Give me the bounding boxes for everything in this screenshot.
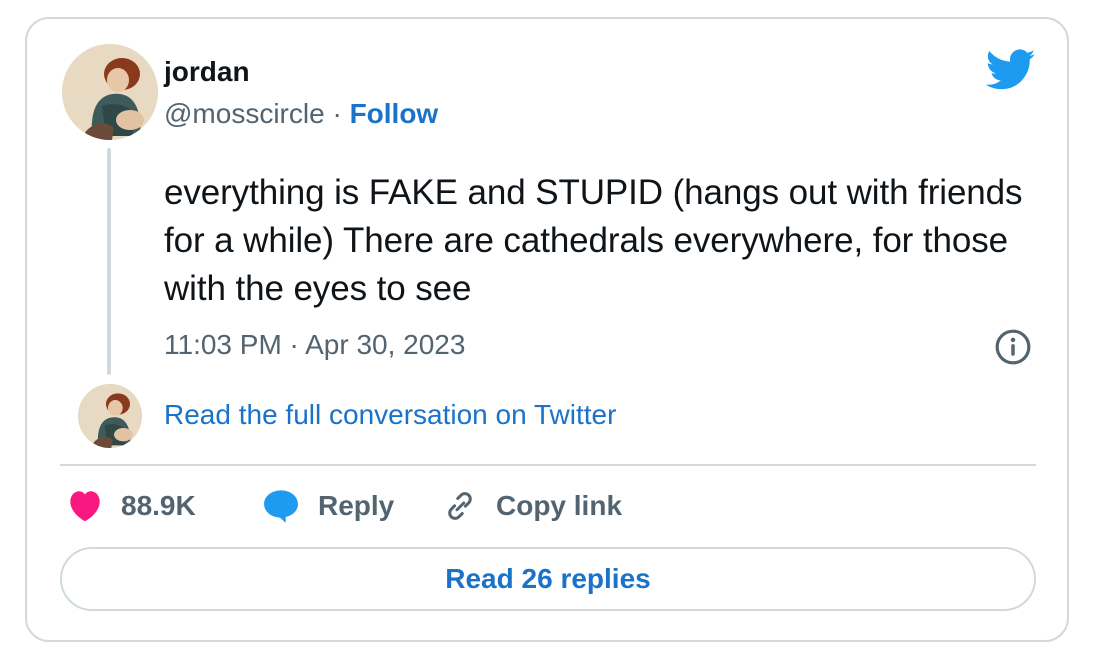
copy-link-button[interactable]: Copy link (442, 486, 622, 526)
avatar-image (78, 384, 142, 448)
twitter-bird-icon[interactable] (986, 49, 1036, 91)
thread-connector-line (107, 148, 111, 375)
author-name[interactable]: jordan (164, 56, 250, 88)
copy-link-label: Copy link (496, 490, 623, 521)
divider (60, 464, 1036, 466)
handle-separator: · (332, 98, 342, 129)
conversation-avatar (78, 384, 142, 448)
reply-label: Reply (318, 490, 395, 521)
like-count: 88.9K (121, 490, 196, 521)
author-handle[interactable]: @mosscircle (164, 98, 325, 129)
read-conversation-link[interactable]: Read the full conversation on Twitter (164, 399, 616, 431)
link-icon (448, 492, 472, 520)
author-handle-line: @mosscircle · Follow (164, 98, 438, 130)
heart-icon (70, 491, 100, 522)
speech-bubble-icon (264, 490, 298, 523)
tweet-text: everything is FAKE and STUPID (hangs out… (164, 173, 1023, 308)
like-button[interactable]: 88.9K (67, 486, 196, 526)
author-avatar[interactable] (62, 44, 158, 140)
info-icon[interactable] (994, 328, 1032, 366)
reply-button[interactable]: Reply (262, 486, 394, 526)
avatar-image (62, 44, 158, 140)
embedded-tweet-card: jordan @mosscircle · Follow everything i… (25, 17, 1069, 642)
read-replies-button[interactable]: Read 26 replies (60, 547, 1036, 611)
follow-button[interactable]: Follow (350, 98, 439, 129)
tweet-timestamp[interactable]: 11:03 PM · Apr 30, 2023 (164, 329, 465, 361)
